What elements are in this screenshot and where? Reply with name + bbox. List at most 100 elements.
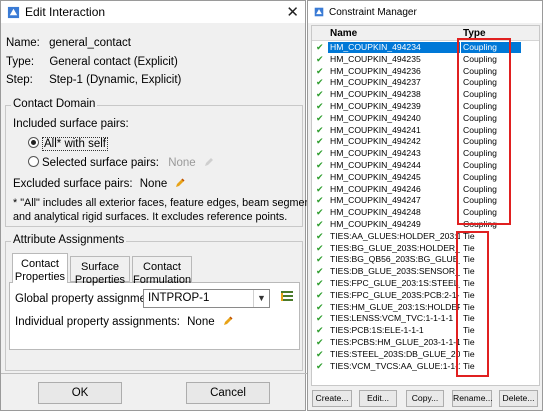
pencil-icon[interactable] (174, 177, 186, 189)
check-icon: ✔ (316, 325, 324, 336)
edit-button[interactable]: Edit... (359, 390, 397, 407)
excluded-label: Excluded surface pairs: (13, 178, 133, 190)
row-name: HM_COUPKIN_494248 (330, 207, 421, 218)
constraint-manager-titlebar: Constraint Manager (308, 1, 542, 23)
row-name: HM_COUPKIN_494236 (330, 65, 421, 76)
constraint-manager-window: Constraint Manager Name Type ✔ HM_COUPKIN… (307, 0, 543, 411)
copy-button[interactable]: Copy... (406, 390, 444, 407)
check-icon: ✔ (316, 348, 324, 359)
attribute-assignments-title: Attribute Assignments (11, 234, 127, 246)
tab-label-line2: Properties (74, 274, 126, 286)
check-icon: ✔ (316, 42, 324, 52)
row-name: HM_COUPKIN_494238 (330, 89, 421, 100)
cancel-button[interactable]: Cancel (186, 382, 270, 404)
row-name: TIES:LENSS:VCM_TVC:1-1-1-1 (330, 313, 454, 324)
type-row: Type: General contact (Explicit) (6, 56, 178, 68)
table-row[interactable]: ✔TIES:HM_GLUE_203:1S:HOLDER_203:Tie (312, 301, 539, 313)
check-icon: ✔ (316, 53, 324, 64)
row-name: TIES:PCBS:HM_GLUE_203-1-1-1 (330, 337, 460, 347)
pencil-icon[interactable] (222, 315, 234, 327)
table-row[interactable]: ✔TIES:BG_GLUE_203S:HOLDER_203:1-1Tie (312, 242, 539, 254)
row-name: HM_COUPKIN_494234 (328, 42, 460, 53)
table-row[interactable]: ✔ TIES:VCM_TVCS:AA_GLUE:1-1-1-1 Tie (312, 361, 539, 372)
row-name: TIES:PCB:1S:ELE-1-1-1 (330, 325, 424, 336)
divider (1, 373, 307, 374)
check-icon: ✔ (316, 171, 324, 182)
table-row[interactable]: ✔ TIES:LENSS:VCM_TVC:1-1-1-1 Tie (312, 313, 539, 324)
row-name: TIES:BG_QB56_203S:BG_GLUE_203:1 (330, 254, 460, 265)
check-icon: ✔ (316, 160, 324, 170)
check-icon: ✔ (316, 301, 324, 312)
check-icon: ✔ (316, 148, 324, 159)
table-row[interactable]: ✔TIES:FPC_GLUE_203:1S:STEEL_203:1Tie (312, 278, 539, 289)
check-icon: ✔ (316, 112, 324, 123)
tab-surface-properties[interactable]: Surface Properties (70, 256, 130, 286)
radio-empty-icon[interactable] (28, 156, 39, 167)
selected-pairs-option[interactable]: Selected surface pairs: None (28, 156, 215, 169)
highlight-coupling-box (457, 38, 511, 225)
rename-button[interactable]: Rename... (452, 390, 493, 407)
tab-contact-formulation[interactable]: Contact Formulation (132, 256, 192, 286)
name-row: Name: general_contact (6, 37, 131, 49)
table-row[interactable]: ✔ TIES:FPC_GLUE_203S:PCB:2-1-1-1 Tie (312, 289, 539, 301)
ok-button[interactable]: OK (38, 382, 122, 404)
check-icon: ✔ (316, 242, 324, 253)
row-name: TIES:AA_GLUES:HOLDER_203:1-1-1-1 (330, 230, 460, 241)
row-name: HM_COUPKIN_494245 (330, 171, 421, 182)
global-assignment-value: INTPROP-1 (148, 292, 210, 304)
row-name: HM_COUPKIN_494239 (330, 101, 421, 111)
check-icon: ✔ (316, 124, 324, 135)
chevron-down-icon[interactable]: ▼ (253, 290, 269, 307)
contact-domain-title: Contact Domain (11, 98, 98, 110)
tab-contact-properties[interactable]: Contact Properties (12, 253, 68, 283)
row-name: HM_COUPKIN_494240 (330, 112, 421, 123)
row-name: HM_COUPKIN_494249 (330, 219, 421, 229)
check-icon: ✔ (316, 289, 324, 300)
note-line-2: and analytical rigid surfaces. It exclud… (13, 211, 288, 223)
row-name: HM_COUPKIN_494242 (330, 136, 421, 147)
radio-selected-icon[interactable] (28, 137, 39, 148)
row-name: TIES:FPC_GLUE_203S:PCB:2-1-1-1 (330, 289, 460, 300)
row-name: TIES:HM_GLUE_203:1S:HOLDER_203: (330, 301, 460, 312)
table-row[interactable]: ✔TIES:BG_QB56_203S:BG_GLUE_203:1Tie (312, 254, 539, 265)
global-assignment-select[interactable]: INTPROP-1 ▼ (143, 289, 270, 308)
close-icon[interactable]: ✕ (286, 3, 299, 21)
row-name: TIES:BG_GLUE_203S:HOLDER_203:1-1 (330, 242, 460, 253)
table-row[interactable]: ✔TIES:AA_GLUES:HOLDER_203:1-1-1-1Tie (312, 230, 539, 242)
table-row[interactable]: ✔TIES:STEEL_203S:DB_GLUE_203:1-1-Tie (312, 348, 539, 360)
check-icon: ✔ (316, 254, 324, 265)
check-icon: ✔ (316, 89, 324, 100)
check-icon: ✔ (316, 219, 324, 229)
table-row[interactable]: ✔TIES:DB_GLUE_203S:SENSOR_S5KGMTie (312, 266, 539, 277)
included-label: Included surface pairs: (13, 118, 129, 130)
selected-pairs-value: None (168, 157, 196, 169)
type-label: Type: (6, 56, 35, 68)
check-icon: ✔ (316, 77, 324, 88)
tab-label-line1: Contact (21, 258, 59, 270)
row-name: HM_COUPKIN_494235 (330, 53, 421, 64)
step-value: Step-1 (Dynamic, Explicit) (49, 74, 182, 86)
column-header-name[interactable]: Name (330, 28, 357, 39)
edit-interaction-titlebar: Edit Interaction ✕ (1, 1, 305, 23)
individual-assignment-label: Individual property assignments: (15, 316, 180, 328)
check-icon: ✔ (316, 195, 324, 206)
dialog-title: Edit Interaction (25, 5, 106, 19)
name-value: general_contact (49, 37, 131, 49)
individual-assignment-value: None (187, 316, 215, 328)
name-label: Name: (6, 37, 40, 49)
abaqus-app-icon (7, 6, 20, 18)
tab-label-line1: Contact (143, 261, 181, 273)
row-name: HM_COUPKIN_494246 (330, 183, 421, 194)
delete-button[interactable]: Delete... (499, 390, 538, 407)
table-row[interactable]: ✔ TIES:PCB:1S:ELE-1-1-1 Tie (312, 325, 539, 336)
row-name: HM_COUPKIN_494241 (330, 124, 421, 135)
table-row[interactable]: ✔ TIES:PCBS:HM_GLUE_203-1-1-1 Tie (312, 337, 539, 348)
check-icon: ✔ (316, 230, 324, 241)
all-with-self-option[interactable]: All* with self (28, 137, 108, 151)
row-name: TIES:STEEL_203S:DB_GLUE_203:1-1- (330, 348, 460, 359)
check-icon: ✔ (316, 183, 324, 194)
create-button[interactable]: Create... (312, 390, 352, 407)
property-manager-icon[interactable] (280, 290, 294, 304)
check-icon: ✔ (316, 278, 324, 288)
check-icon: ✔ (316, 101, 324, 111)
